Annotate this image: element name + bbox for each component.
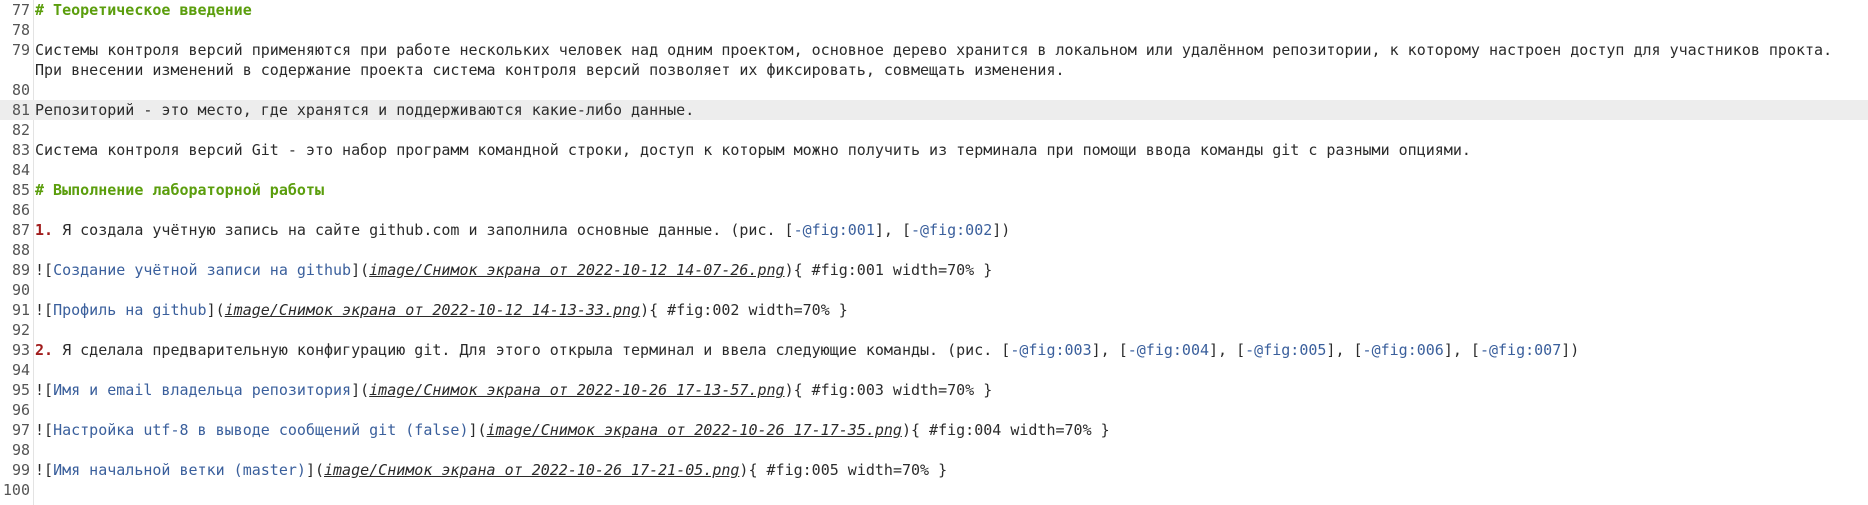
editor-line[interactable]: 82 <box>0 120 1868 140</box>
figure-ref: -@fig:003 <box>1010 341 1092 359</box>
editor-line[interactable]: 80 <box>0 80 1868 100</box>
list-number: 2. <box>35 341 54 359</box>
image-alt-text: Настройка utf-8 в выводе сообщений git (… <box>53 421 469 439</box>
editor-line[interactable]: 95 ![Имя и email владельца репозитория](… <box>0 380 1868 400</box>
figure-ref: -@fig:004 <box>1127 341 1210 359</box>
line-number: 90 <box>11 281 30 299</box>
list-item-text: 2. Я сделала предварительную конфигураци… <box>35 341 1580 359</box>
list-item-text: 1. Я создала учётную запись на сайте git… <box>35 221 1011 239</box>
editor-line-current[interactable]: 81 Репозиторий - это место, где хранятся… <box>0 100 1868 120</box>
image-markdown: ![Создание учётной записи на github](ima… <box>35 261 993 279</box>
line-number: 84 <box>11 161 30 179</box>
image-alt-text: Создание учётной записи на github <box>53 261 352 279</box>
line-number: 88 <box>11 241 30 259</box>
markdown-heading: # Теоретическое введение <box>35 1 252 19</box>
editor-line[interactable]: 79 Системы контроля версий применяются п… <box>0 40 1868 80</box>
line-number: 97 <box>11 421 30 439</box>
image-path-link[interactable]: image/Снимок экрана от 2022-10-12 14-13-… <box>225 301 640 319</box>
figure-ref: -@fig:002 <box>911 221 993 239</box>
editor-line[interactable]: 96 <box>0 400 1868 420</box>
figure-ref: -@fig:006 <box>1362 341 1444 359</box>
line-number: 93 <box>11 341 30 359</box>
line-number: 95 <box>11 381 30 399</box>
image-markdown: ![Настройка utf-8 в выводе сообщений git… <box>35 421 1110 439</box>
figure-ref: -@fig:001 <box>793 221 875 239</box>
editor-line[interactable]: 87 1. Я создала учётную запись на сайте … <box>0 220 1868 240</box>
line-number: 81 <box>11 101 30 119</box>
editor-line[interactable]: 98 <box>0 440 1868 460</box>
editor-line[interactable]: 93 2. Я сделала предварительную конфигур… <box>0 340 1868 360</box>
editor-line[interactable]: 78 <box>0 20 1868 40</box>
paragraph-text: Система контроля версий Git - это набор … <box>35 141 1471 159</box>
line-number: 92 <box>11 321 30 339</box>
line-number: 86 <box>11 201 30 219</box>
image-alt-text: Имя и email владельца репозитория <box>53 381 352 399</box>
editor-line[interactable]: 100 <box>0 480 1868 500</box>
editor-line[interactable]: 94 <box>0 360 1868 380</box>
line-number: 100 <box>2 481 30 499</box>
line-number: 79 <box>11 41 30 59</box>
editor-line[interactable]: 86 <box>0 200 1868 220</box>
line-number: 80 <box>11 81 30 99</box>
image-alt-text: Профиль на github <box>53 301 207 319</box>
line-number: 98 <box>11 441 30 459</box>
image-path-link[interactable]: image/Снимок экрана от 2022-10-26 17-21-… <box>324 461 739 479</box>
markdown-heading: # Выполнение лабораторной работы <box>35 181 324 199</box>
line-number: 99 <box>11 461 30 479</box>
image-markdown: ![Имя начальной ветки (master)](image/Сн… <box>35 461 948 479</box>
image-markdown: ![Имя и email владельца репозитория](ima… <box>35 381 993 399</box>
editor-line[interactable]: 83 Система контроля версий Git - это наб… <box>0 140 1868 160</box>
text-editor[interactable]: 77 # Теоретическое введение 78 79 Систем… <box>0 0 1868 505</box>
line-number: 83 <box>11 141 30 159</box>
figure-ref: -@fig:007 <box>1479 341 1562 359</box>
editor-line[interactable]: 88 <box>0 240 1868 260</box>
line-number: 78 <box>11 21 30 39</box>
line-number: 82 <box>11 121 30 139</box>
editor-line[interactable]: 91 ![Профиль на github](image/Снимок экр… <box>0 300 1868 320</box>
image-alt-text: Имя начальной ветки (master) <box>53 461 306 479</box>
line-number: 85 <box>11 181 30 199</box>
paragraph-text: Репозиторий - это место, где хранятся и … <box>35 101 695 119</box>
image-path-link[interactable]: image/Снимок экрана от 2022-10-26 17-17-… <box>487 421 902 439</box>
image-markdown: ![Профиль на github](image/Снимок экрана… <box>35 301 848 319</box>
list-number: 1. <box>35 221 54 239</box>
figure-ref: -@fig:005 <box>1245 341 1327 359</box>
line-number: 89 <box>11 261 30 279</box>
editor-line[interactable]: 99 ![Имя начальной ветки (master)](image… <box>0 460 1868 480</box>
editor-line[interactable]: 77 # Теоретическое введение <box>0 0 1868 20</box>
line-number: 94 <box>11 361 30 379</box>
line-number: 77 <box>11 1 30 19</box>
line-number: 91 <box>11 301 30 319</box>
editor-line[interactable]: 85 # Выполнение лабораторной работы <box>0 180 1868 200</box>
editor-line[interactable]: 97 ![Настройка utf-8 в выводе сообщений … <box>0 420 1868 440</box>
editor-line[interactable]: 89 ![Создание учётной записи на github](… <box>0 260 1868 280</box>
paragraph-text: Системы контроля версий применяются при … <box>35 41 1842 79</box>
editor-line[interactable]: 92 <box>0 320 1868 340</box>
editor-line[interactable]: 84 <box>0 160 1868 180</box>
image-path-link[interactable]: image/Снимок экрана от 2022-10-12 14-07-… <box>369 261 784 279</box>
image-path-link[interactable]: image/Снимок экрана от 2022-10-26 17-13-… <box>369 381 784 399</box>
editor-line[interactable]: 90 <box>0 280 1868 300</box>
line-number: 87 <box>11 221 30 239</box>
line-number: 96 <box>11 401 30 419</box>
